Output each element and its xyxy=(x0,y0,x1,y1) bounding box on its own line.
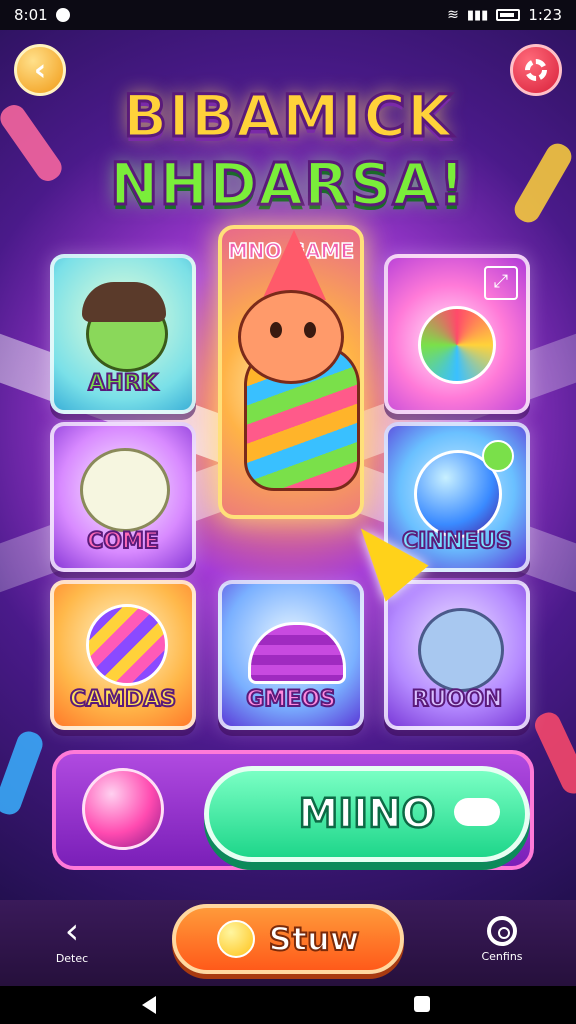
balloon-icon xyxy=(482,440,514,472)
glow-stick xyxy=(0,728,46,818)
status-right-time: 1:23 xyxy=(528,6,562,24)
hair-icon xyxy=(82,282,166,322)
character-icon xyxy=(418,608,504,692)
notification-icon xyxy=(55,8,70,22)
candy-icon xyxy=(86,604,168,686)
speech-bubble-icon xyxy=(216,920,255,958)
system-navbar xyxy=(0,986,576,1024)
orb-icon xyxy=(82,768,164,850)
character-icon xyxy=(80,448,170,532)
game-card-lollipop[interactable]: ⤢ xyxy=(384,254,530,414)
game-card-gmeos[interactable]: GMEOS xyxy=(218,580,364,730)
title-line-2: NHDARSA! xyxy=(109,149,467,220)
mascot-head xyxy=(238,290,344,384)
gear-icon xyxy=(487,916,517,946)
system-home-icon[interactable] xyxy=(414,996,430,1012)
start-button[interactable]: Stuw xyxy=(172,904,404,974)
game-card-ruoon[interactable]: RUOON xyxy=(384,580,530,730)
card-label: RUOON xyxy=(411,686,504,713)
status-time: 8:01 xyxy=(14,6,48,24)
cloud-icon xyxy=(454,798,500,826)
nav-back-button[interactable]: ‹ Detec xyxy=(50,911,94,966)
fullscreen-icon: ⤢ xyxy=(484,266,518,300)
card-label: COME xyxy=(86,528,160,555)
wifi-icon: ≋ xyxy=(447,7,459,23)
nav-settings-label: Cenfins xyxy=(481,950,523,963)
card-label: AHRK xyxy=(87,370,158,397)
jelly-icon xyxy=(248,622,346,684)
system-back-icon[interactable] xyxy=(142,996,156,1014)
glow-stick xyxy=(531,708,576,798)
nav-settings-button[interactable]: Cenfins xyxy=(472,912,532,963)
battery-icon xyxy=(496,9,521,21)
game-card-ahrk[interactable]: AHRK xyxy=(50,254,196,414)
nav-back-label: Detec xyxy=(55,952,89,965)
game-card-camdas[interactable]: CAMDAS xyxy=(50,580,196,730)
card-label: GMEOS xyxy=(245,686,337,713)
card-label: CAMDAS xyxy=(69,686,177,713)
gear-icon xyxy=(525,59,547,81)
game-card-come[interactable]: COME xyxy=(50,422,196,572)
chevron-left-icon: ‹ xyxy=(64,911,80,952)
mascot-eye xyxy=(270,322,282,338)
lollipop-icon xyxy=(418,306,496,384)
signal-icon: ▮▮▮ xyxy=(466,7,489,23)
mascot-eye xyxy=(304,322,316,338)
start-label: Stuw xyxy=(268,919,361,959)
status-bar: 8:01 ≋ ▮▮▮ 1:23 xyxy=(0,0,576,30)
title-line-1: BIBAMICK xyxy=(122,81,454,152)
